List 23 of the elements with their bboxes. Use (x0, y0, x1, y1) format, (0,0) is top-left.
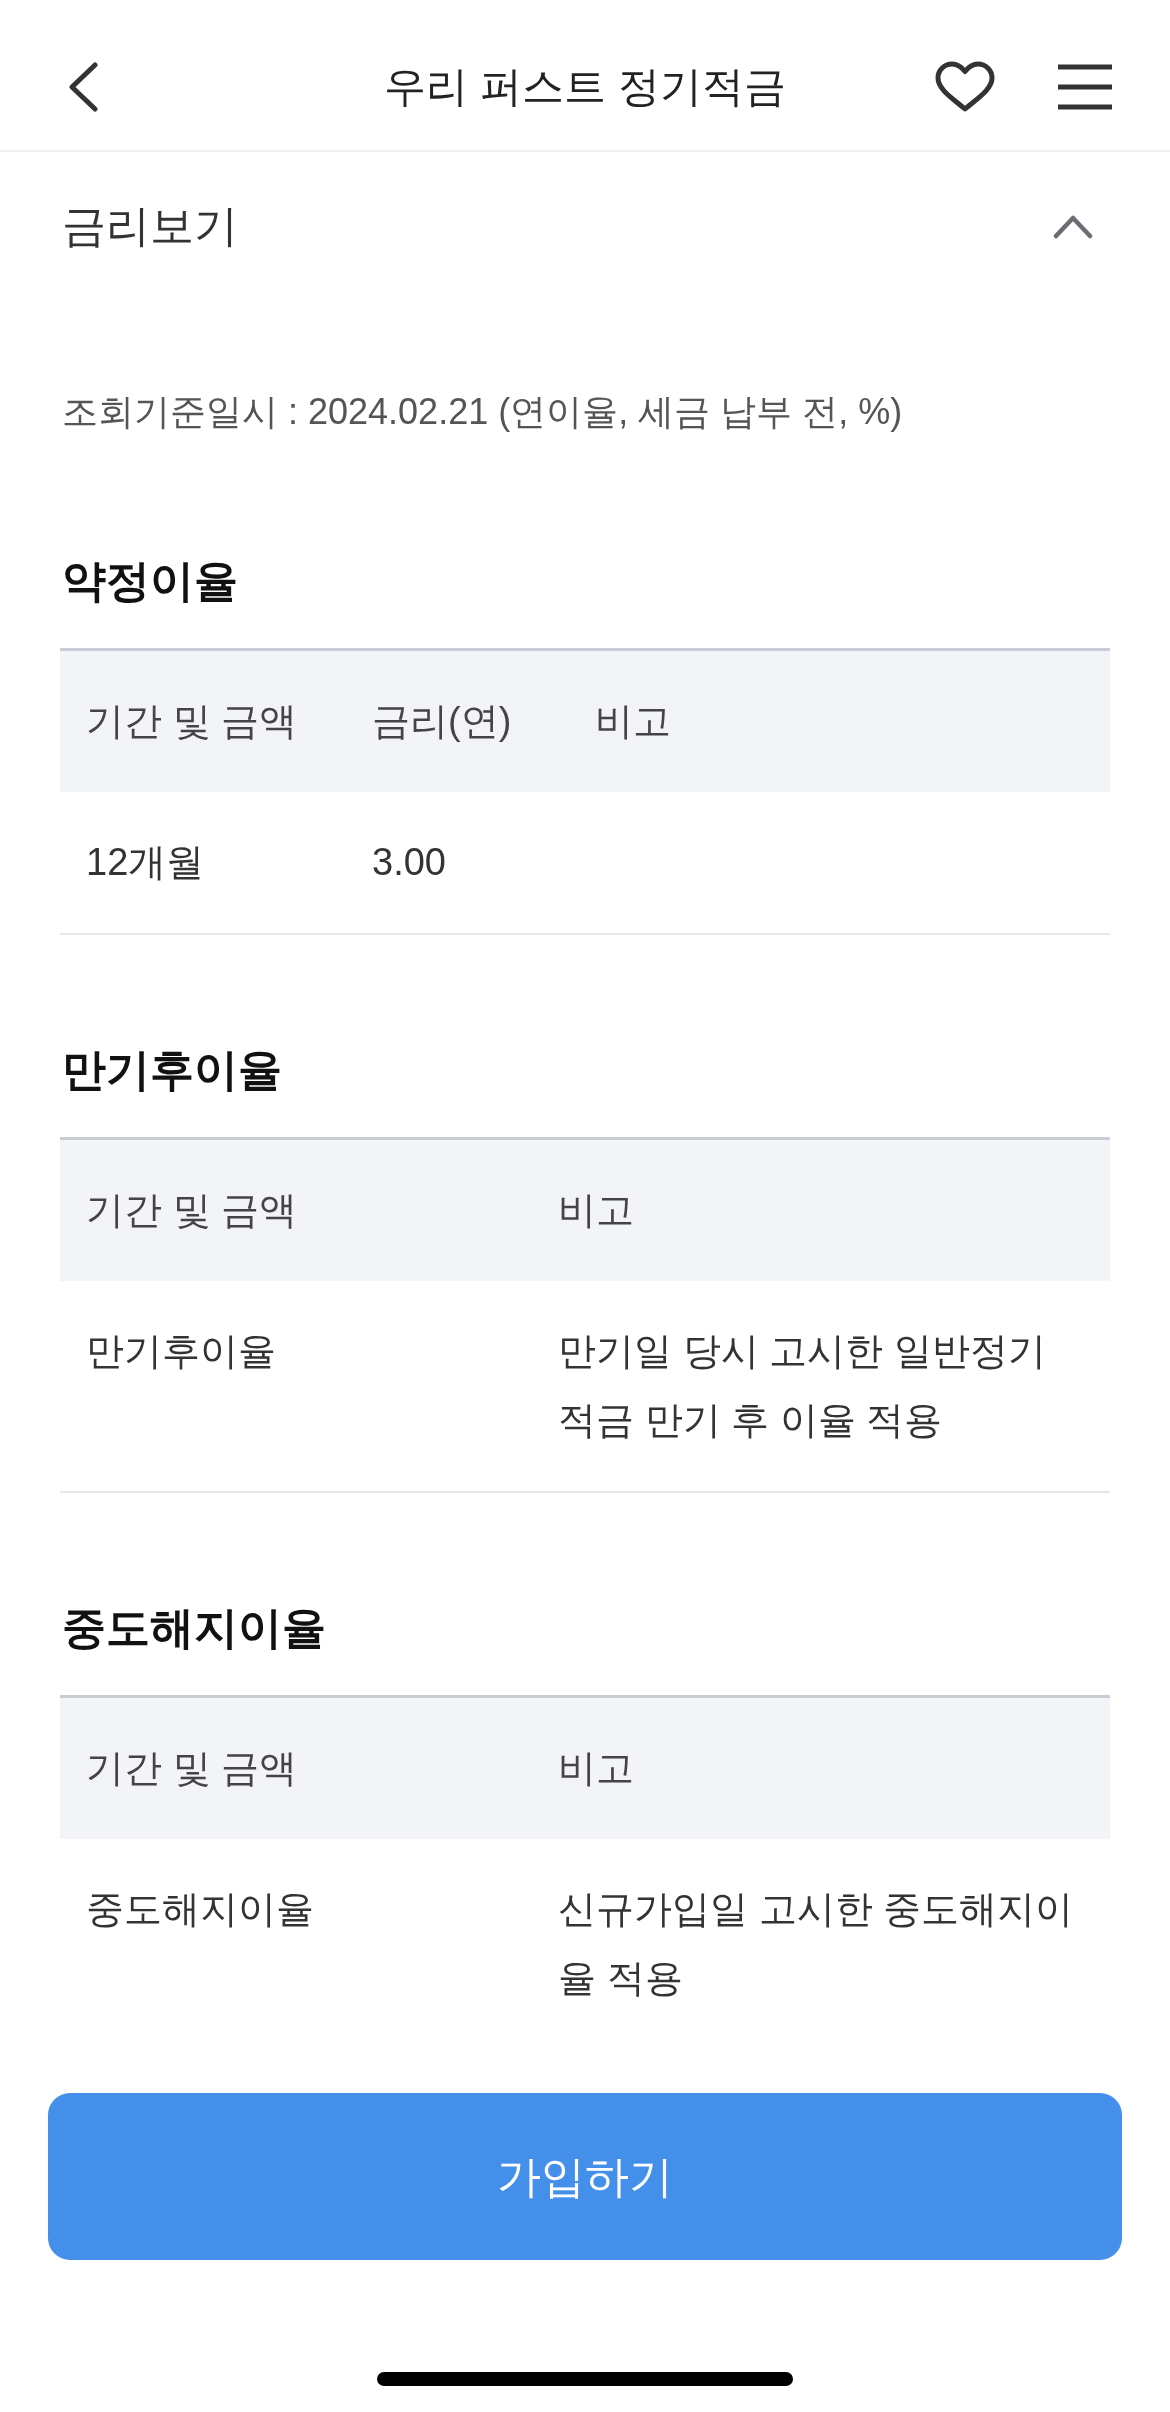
section-title: 금리보기 (61, 200, 239, 252)
table-cell: 만기후이율 (86, 1330, 276, 1372)
column-header: 금리(연) (372, 700, 512, 742)
menu-icon (1058, 64, 1112, 110)
table-cell: 신규가입일 고시한 중도해지이율 적용 (558, 1888, 1074, 1999)
chevron-left-icon (67, 62, 99, 112)
column-header: 비고 (595, 700, 671, 742)
column-header: 기간 및 금액 (86, 1747, 298, 1789)
table-title: 약정이율 (61, 555, 239, 607)
column-header: 기간 및 금액 (86, 700, 298, 742)
column-header: 비고 (558, 1189, 634, 1231)
table-title: 만기후이율 (61, 1044, 283, 1096)
heart-icon (935, 61, 995, 113)
notice-text: 조회기준일시 : 2024.02.21 (연이율, 세금 납부 전, %) (61, 390, 904, 434)
table-cell: 3.00 (372, 841, 446, 883)
table-title: 중도해지이율 (61, 1602, 327, 1654)
table-cell: 중도해지이율 (86, 1888, 314, 1930)
table-cell: 12개월 (86, 841, 205, 883)
join-button[interactable]: 가입하기 (48, 2093, 1122, 2260)
page-title: 우리 퍼스트 정기적금 (384, 62, 786, 112)
column-header: 기간 및 금액 (86, 1189, 298, 1231)
table-cell: 만기일 당시 고시한 일반정기 적금 만기 후 이율 적용 (558, 1330, 1046, 1441)
column-header: 비고 (558, 1747, 634, 1789)
